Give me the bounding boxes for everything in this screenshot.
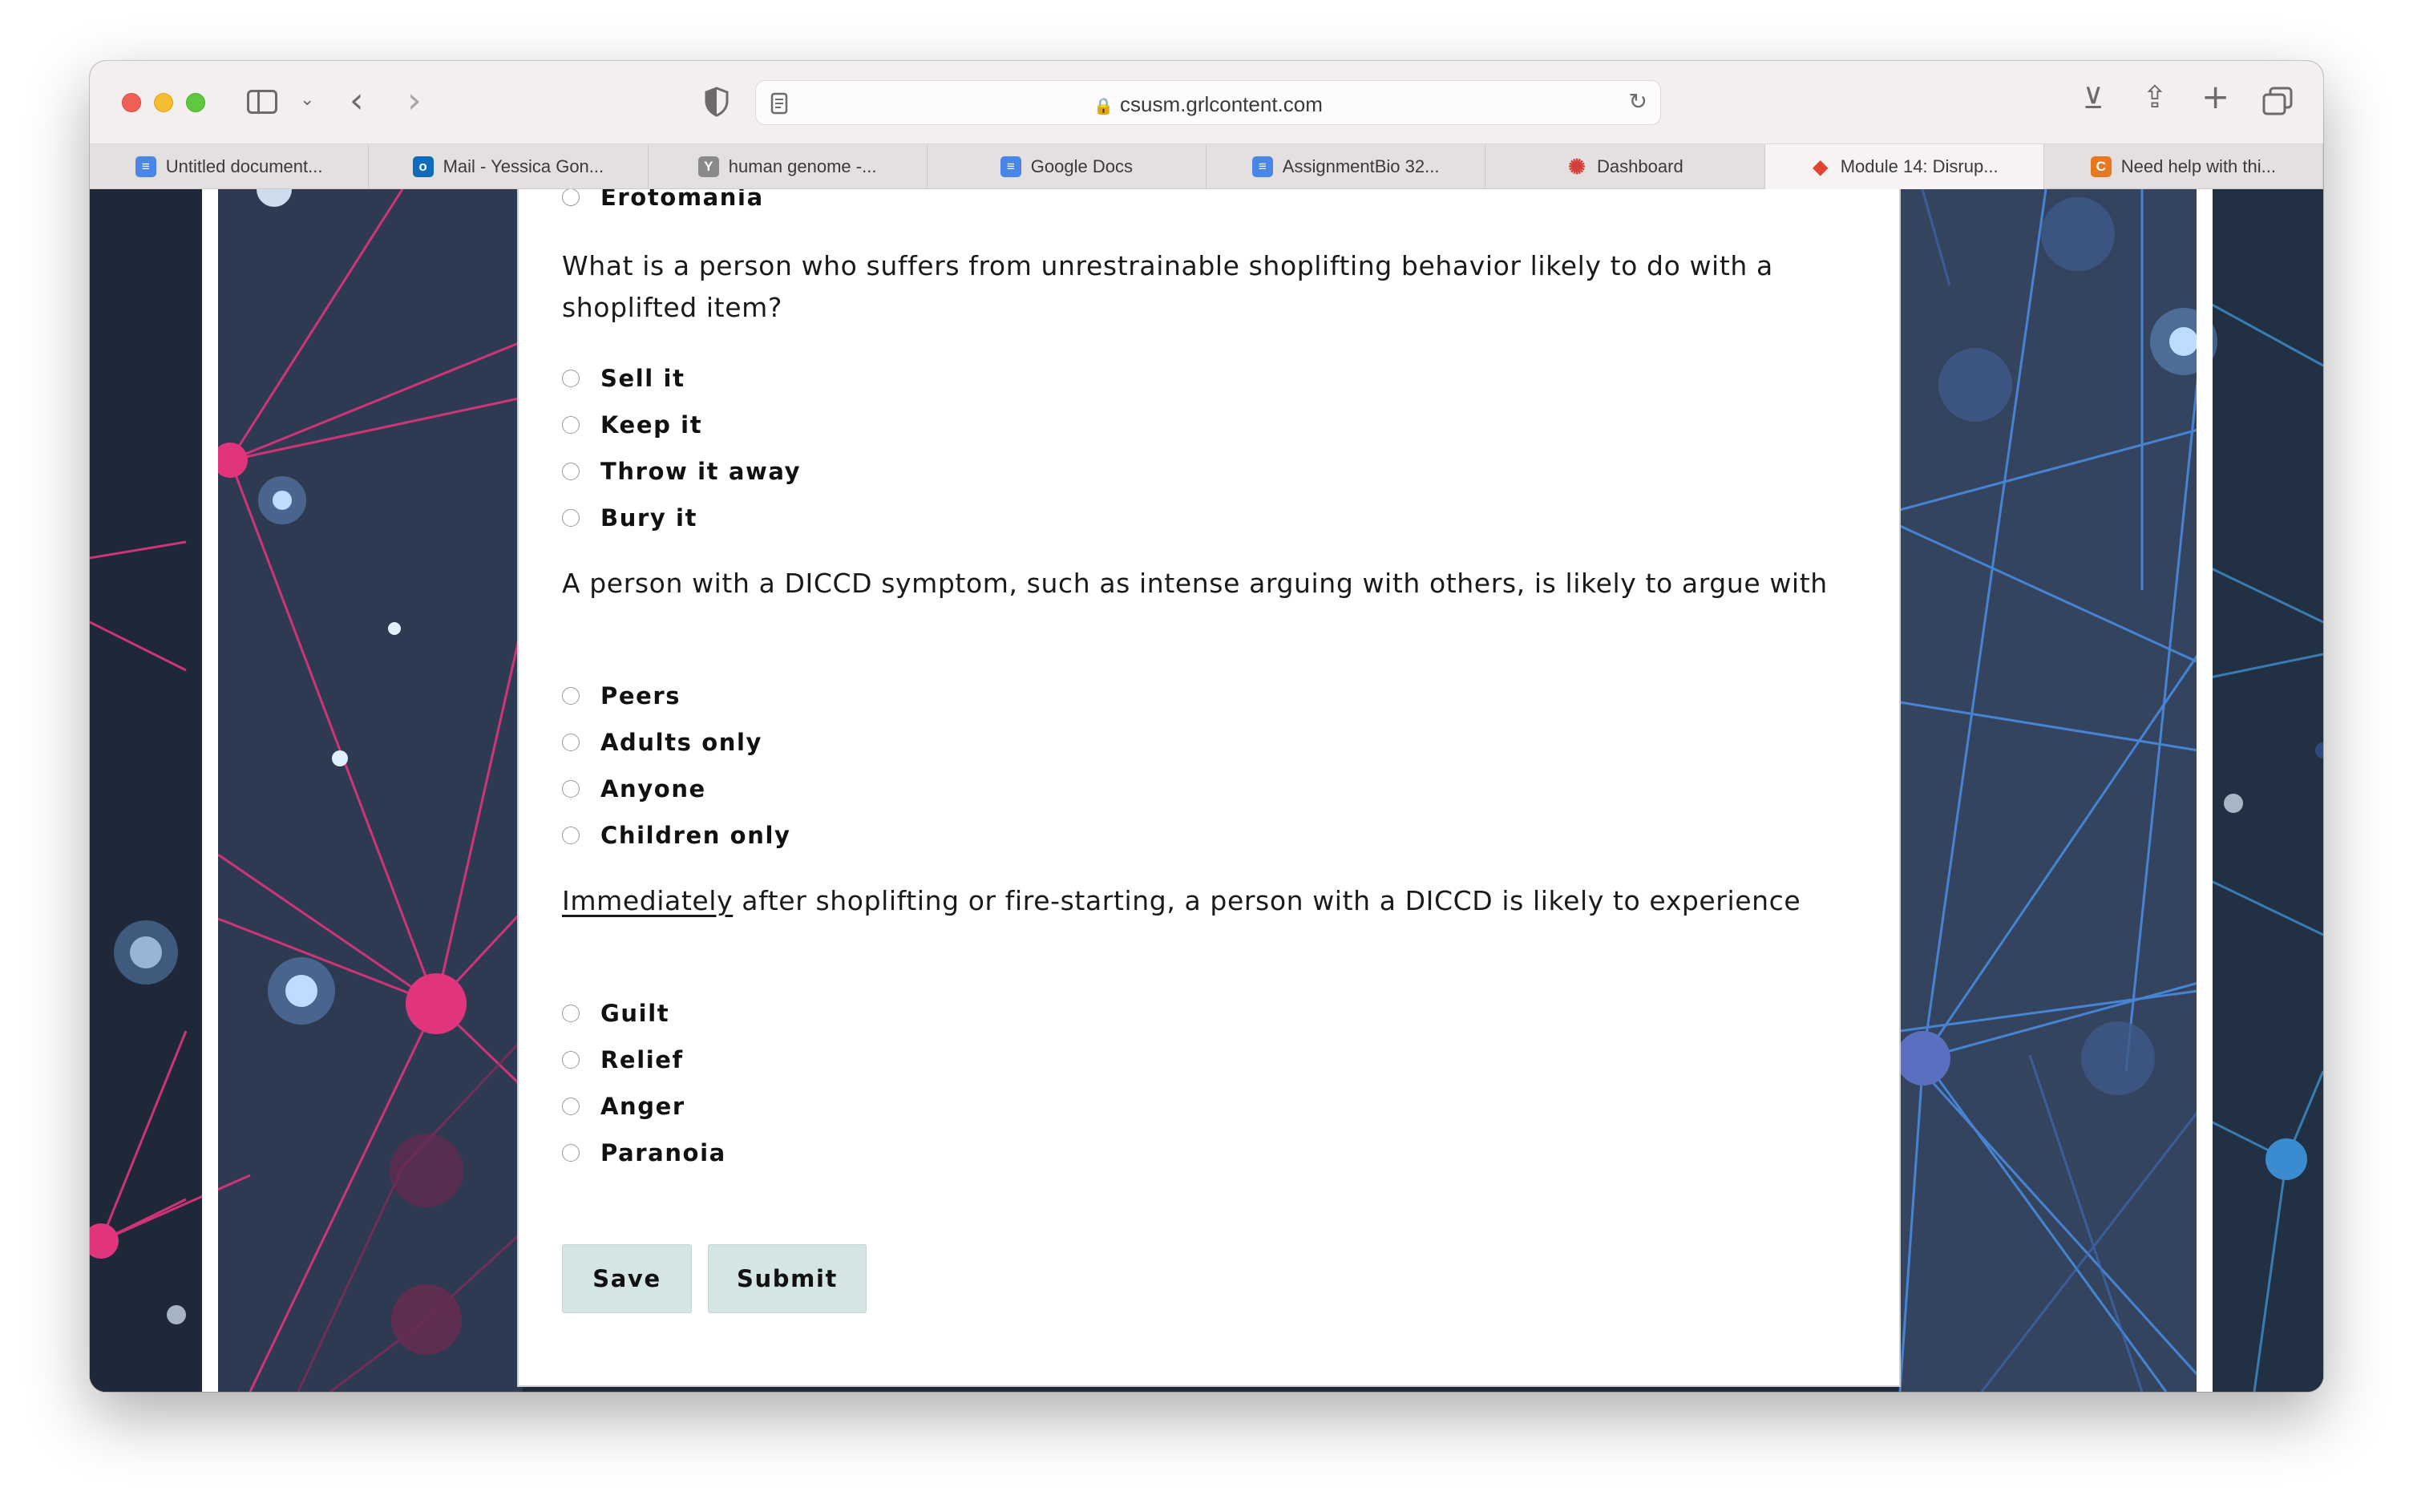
radio-button[interactable] [562, 509, 580, 527]
q2-option-adults-only[interactable]: Adults only [562, 726, 762, 758]
radio-button[interactable] [562, 1005, 580, 1022]
chevron-down-icon[interactable]: ⌄ [300, 91, 314, 109]
radio-button[interactable] [562, 463, 580, 480]
submit-button[interactable]: Submit [708, 1244, 867, 1313]
radio-button[interactable] [562, 827, 580, 844]
question-1-text: What is a person who suffers from unrest… [562, 250, 1773, 323]
radio-button[interactable] [562, 189, 580, 206]
dashboard-icon: ✺ [1568, 154, 1586, 179]
question-2-text: A person with a DICCD symptom, such as i… [562, 568, 1828, 599]
privacy-shield-icon[interactable] [704, 87, 730, 117]
q2-option-peers[interactable]: Peers [562, 680, 681, 712]
option-erotomania[interactable]: Erotomania [562, 189, 764, 213]
chegg-icon: C [2090, 156, 2112, 177]
radio-button[interactable] [562, 416, 580, 434]
radio-button[interactable] [562, 1098, 580, 1115]
back-icon[interactable]: ‹ [350, 83, 364, 119]
tab-dashboard[interactable]: ✺ Dashboard [1485, 144, 1765, 189]
radio-button[interactable] [562, 734, 580, 751]
url-bar[interactable]: 🔒 csusm.grlcontent.com ↻ [755, 80, 1661, 125]
tab-google-docs[interactable]: ≡ Google Docs [928, 144, 1206, 189]
q1-option-sell-it[interactable]: Sell it [562, 362, 685, 394]
tab-untitled-document[interactable]: ≡ Untitled document... [90, 144, 370, 189]
google-docs-icon: ≡ [135, 156, 156, 177]
zoom-window-button[interactable] [186, 93, 205, 112]
new-tab-icon[interactable]: + [2201, 80, 2229, 114]
sidebar-toggle-icon[interactable] [247, 90, 277, 114]
tab-overview-icon[interactable] [2262, 87, 2293, 117]
tab-mail[interactable]: o Mail - Yessica Gon... [369, 144, 649, 189]
radio-button[interactable] [562, 1144, 580, 1162]
radio-button[interactable] [562, 370, 580, 387]
radio-button[interactable] [562, 780, 580, 798]
google-docs-icon: ≡ [1251, 156, 1273, 177]
q1-option-bury-it[interactable]: Bury it [562, 502, 697, 534]
close-window-button[interactable] [122, 93, 141, 112]
module-icon: ◆ [1813, 156, 1828, 178]
q1-option-keep-it[interactable]: Keep it [562, 409, 702, 441]
tab-human-genome[interactable]: Y human genome -... [649, 144, 928, 189]
browser-toolbar: ⌄ ‹ › 🔒 csusm.grlcontent.com ↻ ⊻ ⇪ + [90, 61, 2323, 144]
url-text: csusm.grlcontent.com [1120, 92, 1323, 116]
browser-window: ⌄ ‹ › 🔒 csusm.grlcontent.com ↻ ⊻ ⇪ + ≡ U… [90, 61, 2323, 1392]
tab-bar: ≡ Untitled document... o Mail - Yessica … [90, 144, 2323, 189]
q3-option-guilt[interactable]: Guilt [562, 997, 669, 1029]
q3-option-relief[interactable]: Relief [562, 1044, 684, 1076]
q1-option-throw-it-away[interactable]: Throw it away [562, 455, 801, 487]
forward-icon[interactable]: › [407, 83, 422, 119]
google-docs-icon: ≡ [1000, 156, 1021, 177]
reload-icon[interactable]: ↻ [1629, 91, 1647, 113]
yahoo-icon: Y [697, 156, 719, 177]
share-icon[interactable]: ⇪ [2142, 82, 2168, 112]
tab-assignment-bio[interactable]: ≡ AssignmentBio 32... [1206, 144, 1486, 189]
q2-option-anyone[interactable]: Anyone [562, 773, 706, 805]
tab-need-help[interactable]: C Need help with thi... [2044, 144, 2323, 189]
q2-option-children-only[interactable]: Children only [562, 819, 791, 851]
radio-button[interactable] [562, 1051, 580, 1069]
emphasized-word: Immediately [562, 885, 734, 916]
download-icon[interactable]: ⊻ [2083, 85, 2104, 114]
minimize-window-button[interactable] [154, 93, 173, 112]
lock-icon: 🔒 [1093, 98, 1114, 115]
q3-option-paranoia[interactable]: Paranoia [562, 1137, 726, 1169]
tab-module-14[interactable]: ◆ Module 14: Disrup... [1764, 144, 2044, 189]
outlook-icon: o [412, 156, 434, 177]
radio-button[interactable] [562, 687, 580, 705]
background-divider [202, 189, 218, 1392]
quiz-panel: Erotomania What is a person who suffers … [517, 189, 1901, 1387]
page-content: Erotomania What is a person who suffers … [90, 189, 2323, 1392]
q3-option-anger[interactable]: Anger [562, 1090, 685, 1122]
background-divider [2197, 189, 2213, 1392]
question-3-text: Immediately after shoplifting or fire-st… [562, 885, 1801, 916]
save-button[interactable]: Save [562, 1244, 692, 1313]
